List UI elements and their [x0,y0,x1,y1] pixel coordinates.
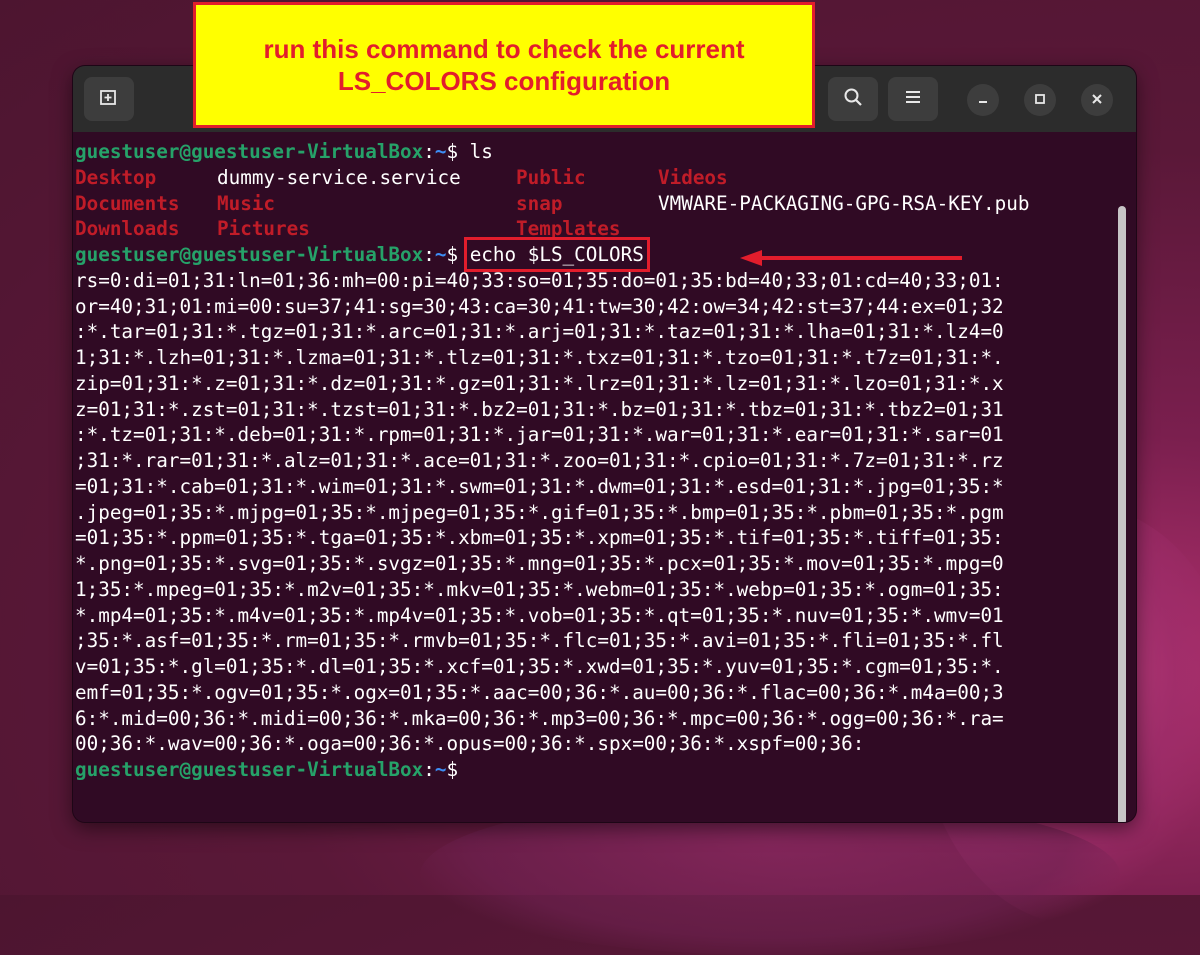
output-line: :*.tz=01;31:*.deb=01;31:*.rpm=01;31:*.ja… [75,423,1004,447]
ls-entry: snap [516,191,563,215]
prompt-user: guestuser@guestuser-VirtualBox [75,758,424,781]
ls-entry: Public [516,165,586,189]
prompt-line: guestuser@guestuser-VirtualBox:~$ [75,758,459,781]
search-icon [842,86,864,112]
ls-entry: Videos [658,165,728,189]
close-button[interactable] [1081,84,1113,116]
scrollbar[interactable] [1118,206,1126,822]
output-line: *.png=01;35:*.svg=01;35:*.svgz=01;35:*.m… [75,552,1004,575]
ls-entry: Desktop [75,165,157,189]
output-line: 6:*.mid=00;36:*.midi=00;36:*.mka=00;36:*… [75,706,1004,730]
search-button[interactable] [828,77,878,121]
ls-colors-output: rs=0:di=01;31:ln=01;36:mh=00:pi=40;33:so… [75,268,1115,757]
minimize-button[interactable] [967,84,999,116]
ls-row: Documents Music snap VMWARE-PACKAGING-GPG-R… [75,191,1115,217]
output-line: =01;35:*.ppm=01;35:*.tga=01;35:*.xbm=01;… [75,526,1004,550]
maximize-button[interactable] [1024,84,1056,116]
prompt-user: guestuser@guestuser-VirtualBox [75,140,424,163]
minimize-icon [976,91,990,110]
ls-entry: dummy-service.service [217,165,461,189]
prompt-path: ~ [434,243,447,266]
menu-button[interactable] [888,77,938,121]
close-icon [1090,91,1104,110]
command-echo-highlight: echo $LS_COLORS [463,237,650,272]
maximize-icon [1033,91,1047,110]
output-line: .jpeg=01;35:*.mjpg=01;35:*.mjpeg=01;35:*… [75,500,1004,524]
prompt-path: ~ [434,140,447,163]
output-line: zip=01;31:*.z=01;31:*.dz=01;31:*.gz=01;3… [75,371,1004,395]
output-line: 1;35:*.mpeg=01;35:*.m2v=01;35:*.mkv=01;3… [75,577,1004,601]
output-line: 00;36:*.wav=00;36:*.oga=00;36:*.opus=00;… [75,732,865,756]
output-line: :*.tar=01;31:*.tgz=01;31:*.arc=01;31:*.a… [75,320,1004,344]
output-line: ;35:*.asf=01;35:*.rm=01;35:*.rmvb=01;35:… [75,629,1004,653]
output-line: rs=0:di=01;31:ln=01;36:mh=00:pi=40;33:so… [75,268,1004,292]
output-line: *.mp4=01;35:*.m4v=01;35:*.mp4v=01;35:*.v… [75,603,1004,627]
ls-entry: Pictures [217,217,310,241]
ls-row: Desktop dummy-service.service Public Videos [75,165,1115,191]
new-tab-button[interactable] [84,77,134,121]
annotation-arrow [740,250,962,266]
ls-entry: Downloads [75,217,180,241]
output-line: v=01;35:*.gl=01;35:*.dl=01;35:*.xcf=01;3… [75,655,1004,678]
terminal-output: guestuser@guestuser-VirtualBox:~$ ls Desk… [75,139,1115,783]
terminal-window: guestuser@guestuser-VirtualBox:~$ ls Desk… [73,66,1136,822]
callout-line-1: run this command to check the current [263,34,745,64]
ls-entry: VMWARE-PACKAGING-GPG-RSA-KEY.pub [658,191,1030,215]
callout-line-2: LS_COLORS configuration [337,66,671,96]
ls-row: Downloads Pictures Templates [75,216,1115,242]
prompt-line: guestuser@guestuser-VirtualBox:~$ ls [75,140,493,163]
ls-entry: Templates [516,217,621,241]
output-line: =01;31:*.cab=01;31:*.wim=01;31:*.swm=01;… [75,474,1004,498]
output-line: or=40;31;01:mi=00:su=37;41:sg=30;43:ca=3… [75,294,1004,318]
ls-entry: Music [217,191,276,215]
ls-entry: Documents [75,191,180,215]
new-tab-icon [98,86,120,112]
command-ls: ls [458,140,493,163]
terminal-area[interactable]: guestuser@guestuser-VirtualBox:~$ ls Desk… [73,132,1136,822]
prompt-path: ~ [434,758,447,781]
annotation-callout: run this command to check the current LS… [193,2,815,128]
output-line: 1;31:*.lzh=01;31:*.lzma=01;31:*.tlz=01;3… [75,346,1004,369]
output-line: ;31:*.rar=01;31:*.alz=01;31:*.ace=01;31:… [75,449,1004,472]
output-line: z=01;31:*.zst=01;31:*.tzst=01;31:*.bz2=0… [75,397,1004,421]
prompt-user: guestuser@guestuser-VirtualBox [75,243,424,266]
output-line: emf=01;35:*.ogv=01;35:*.ogx=01;35:*.aac=… [75,680,1004,704]
hamburger-menu-icon [903,87,923,111]
